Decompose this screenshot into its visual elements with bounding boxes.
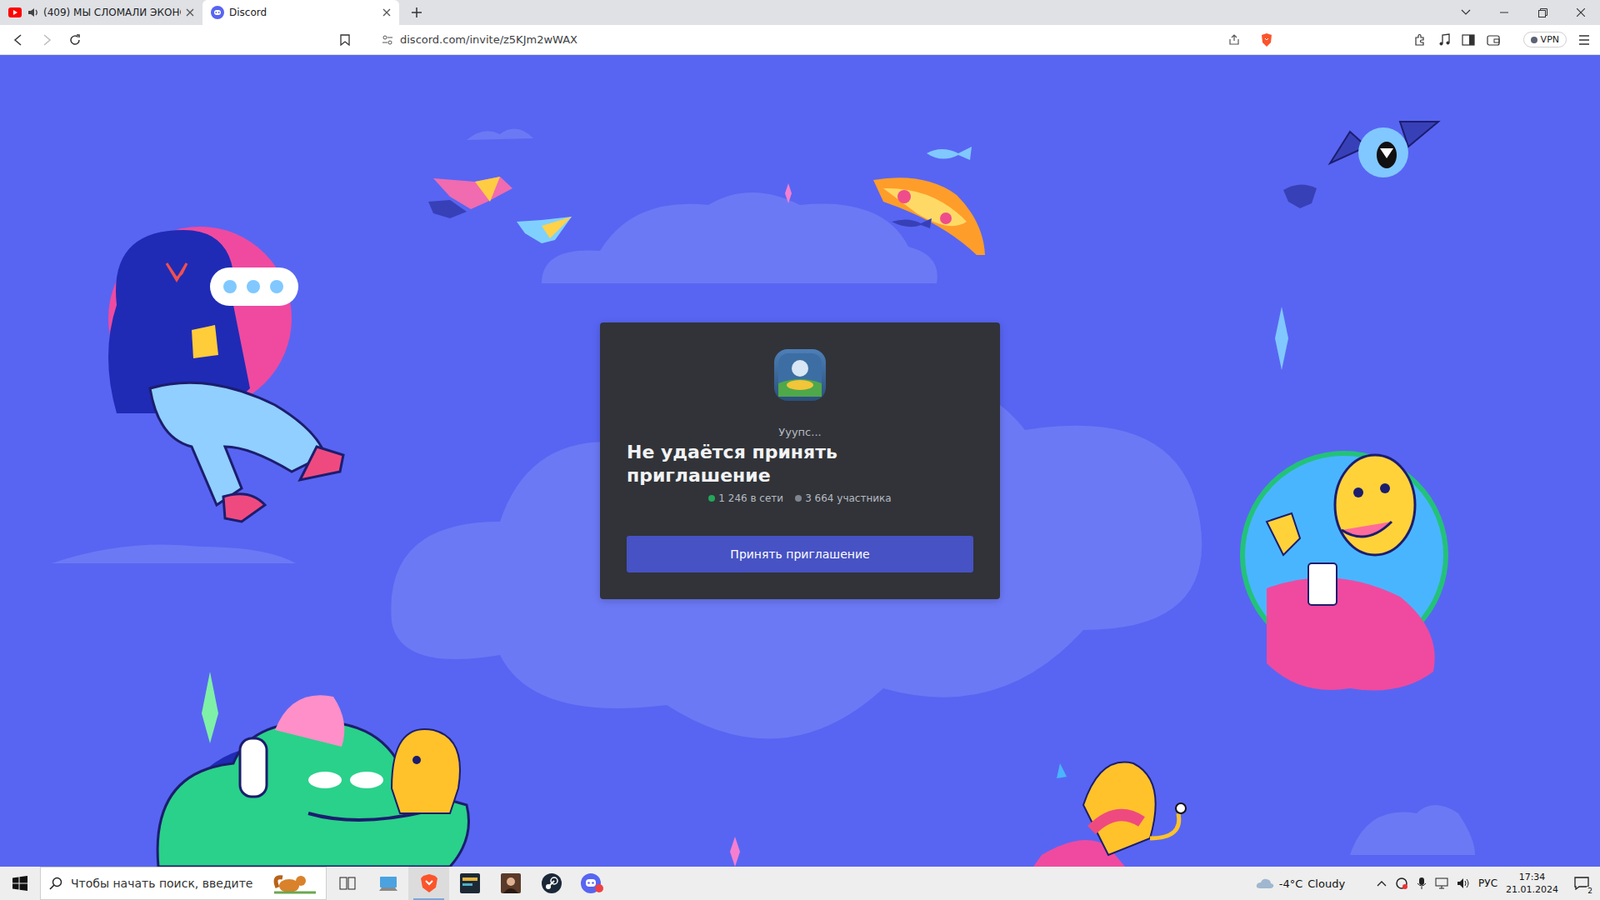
bookmark-icon[interactable] xyxy=(340,34,350,46)
sidebar-icon[interactable] xyxy=(1461,34,1475,46)
chevron-down-icon[interactable] xyxy=(1446,0,1485,25)
desktop-app-icon[interactable] xyxy=(367,866,409,900)
system-tray: -4°CCloudy РУС 17:3421.01.2024 2 xyxy=(1255,866,1600,900)
keyboard-language[interactable]: РУС xyxy=(1478,877,1498,890)
extensions-icon[interactable] xyxy=(1413,33,1427,47)
url-text[interactable]: discord.com/invite/z5KJm2wWAX xyxy=(400,33,1222,46)
close-icon[interactable] xyxy=(382,8,391,17)
microphone-icon[interactable] xyxy=(1416,876,1427,890)
music-icon[interactable] xyxy=(1438,33,1450,47)
volume-icon[interactable] xyxy=(1456,877,1470,890)
restore-icon[interactable] xyxy=(1523,0,1562,25)
speaker-icon[interactable] xyxy=(26,6,39,19)
back-icon[interactable] xyxy=(6,28,30,52)
stat-item: 1 246 в сети xyxy=(708,492,784,505)
discord-invite-page: Ууупс...Не удаётся принять приглашение 1 … xyxy=(0,55,1600,867)
stat-text: 3 664 участника xyxy=(805,492,892,505)
close-icon[interactable] xyxy=(185,8,195,17)
clock-time: 17:34 xyxy=(1519,870,1546,884)
search-input[interactable] xyxy=(69,875,266,891)
windows-start-icon[interactable] xyxy=(0,866,40,900)
weather-widget[interactable]: -4°CCloudy xyxy=(1255,877,1345,890)
browser-tab[interactable]: Discord xyxy=(202,0,400,25)
tab-title: (409) МЫ СЛОМАЛИ ЭКОНОМИ xyxy=(43,6,181,19)
clock[interactable]: 17:3421.01.2024 xyxy=(1505,870,1559,896)
status-dot xyxy=(708,495,715,502)
vpn-button[interactable]: VPN xyxy=(1523,31,1567,48)
tab-bar: (409) МЫ СЛОМАЛИ ЭКОНОМИ Discord xyxy=(0,0,1600,25)
tab-title: Discord xyxy=(229,6,378,19)
discord-app-icon[interactable] xyxy=(571,866,613,900)
cloud-icon xyxy=(1255,877,1275,890)
site-settings-icon[interactable] xyxy=(381,35,394,45)
status-dot xyxy=(795,495,802,502)
network-icon[interactable] xyxy=(1435,877,1449,890)
weather-temp: -4°C xyxy=(1279,877,1304,890)
forward-icon[interactable] xyxy=(35,28,59,52)
weather-condition: Cloudy xyxy=(1307,877,1345,890)
error-title: Не удаётся принять приглашение xyxy=(626,440,974,488)
steam-app-icon[interactable] xyxy=(530,866,572,900)
address-bar[interactable]: discord.com/invite/z5KJm2wWAX xyxy=(333,28,1280,52)
close-window-icon[interactable] xyxy=(1561,0,1600,25)
taskbar: -4°CCloudy РУС 17:3421.01.2024 2 xyxy=(0,866,1600,900)
tray-app-icon[interactable] xyxy=(1395,876,1409,890)
accept-invite-button[interactable]: Принять приглашение xyxy=(626,535,974,573)
toolbar: discord.com/invite/z5KJm2wWAX VPN xyxy=(0,25,1600,55)
clock-date: 21.01.2024 xyxy=(1505,883,1559,896)
chevron-up-icon[interactable] xyxy=(1376,880,1387,887)
toolbar-right: VPN xyxy=(1413,31,1594,48)
share-icon[interactable] xyxy=(1228,34,1240,46)
menu-icon[interactable] xyxy=(1578,35,1590,45)
server-avatar-icon xyxy=(774,349,826,401)
youtube-favicon-icon xyxy=(8,7,22,18)
brave-shields-icon[interactable] xyxy=(1260,32,1274,48)
stat-text: 1 246 в сети xyxy=(718,492,784,505)
invite-card: Ууупс...Не удаётся принять приглашение 1 … xyxy=(600,322,1000,600)
portrait-app-icon[interactable] xyxy=(490,866,531,900)
wallet-icon[interactable] xyxy=(1486,34,1500,46)
search-icon xyxy=(49,876,63,890)
discord-favicon-icon xyxy=(210,5,225,20)
reload-icon[interactable] xyxy=(63,28,87,52)
brave-app-icon[interactable] xyxy=(408,866,450,900)
notification-count: 2 xyxy=(1586,886,1594,895)
plus-icon[interactable] xyxy=(399,0,435,25)
window-controls xyxy=(1446,0,1600,25)
squirrel-icon xyxy=(272,872,318,895)
vpn-status-icon xyxy=(1530,36,1538,44)
vpn-label: VPN xyxy=(1540,34,1560,45)
notification-center[interactable]: 2 xyxy=(1566,866,1597,900)
task-view-icon[interactable] xyxy=(326,866,368,900)
minimize-icon[interactable] xyxy=(1485,0,1524,25)
browser-tab[interactable]: (409) МЫ СЛОМАЛИ ЭКОНОМИ xyxy=(0,0,203,25)
server-stats: 1 246 в сети 3 664 участника xyxy=(708,492,891,505)
game-app-icon[interactable] xyxy=(449,866,490,900)
error-eyebrow: Ууупс... xyxy=(778,425,821,440)
screen: (409) МЫ СЛОМАЛИ ЭКОНОМИ Discord discord.c… xyxy=(0,0,1600,900)
taskbar-search[interactable] xyxy=(40,866,327,900)
stat-item: 3 664 участника xyxy=(795,492,892,505)
